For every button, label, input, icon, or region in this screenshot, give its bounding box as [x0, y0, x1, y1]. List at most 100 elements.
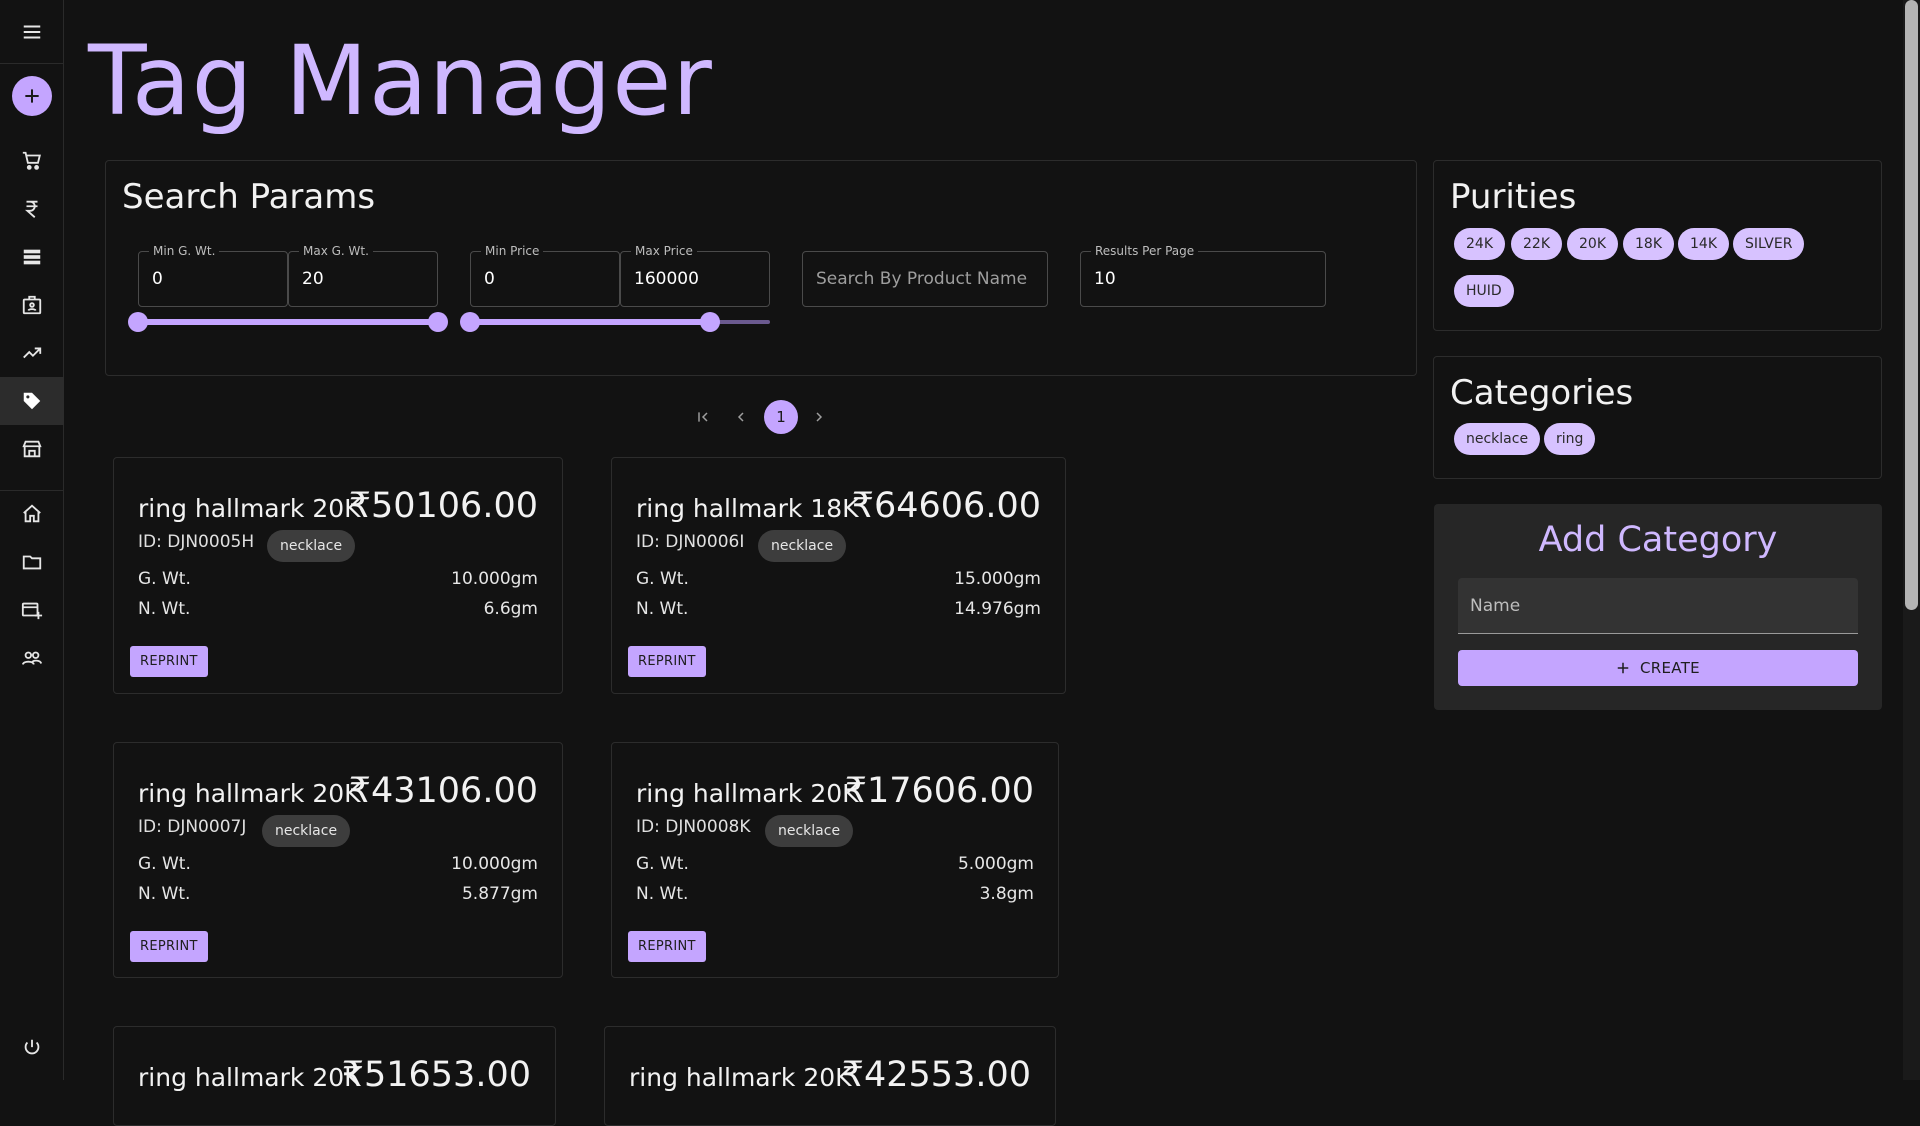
sidebar-item-tags[interactable] [0, 377, 64, 425]
trending-icon [21, 342, 43, 364]
first-page-button[interactable] [686, 400, 720, 434]
category-name-field[interactable] [1458, 578, 1858, 634]
slider-thumb-min[interactable] [128, 312, 148, 332]
categories-panel: Categories necklace ring [1433, 356, 1882, 479]
purity-chip[interactable]: SILVER [1733, 228, 1805, 260]
sidebar-item-store[interactable] [0, 425, 64, 473]
sidebar-item-badge[interactable] [0, 281, 64, 329]
search-params-title: Search Params [122, 177, 376, 217]
net-weight-value: 3.8gm [979, 884, 1034, 904]
product-id: ID: DJN0008K [636, 817, 751, 837]
product-card: ring hallmark 20K ₹43106.00 ID: DJN0007J… [113, 742, 563, 978]
product-id: ID: DJN0005H [138, 532, 255, 552]
product-price: ₹50106.00 [348, 486, 538, 526]
create-button[interactable]: CREATE [1458, 650, 1858, 686]
plus-icon [22, 86, 42, 106]
product-card: ring hallmark 18K ₹64606.00 ID: DJN0006I… [611, 457, 1066, 694]
max-gwt-field[interactable]: Max G. Wt. 20 [288, 244, 438, 307]
logout-button[interactable] [0, 1024, 64, 1072]
reprint-button[interactable]: REPRINT [130, 646, 208, 677]
add-button[interactable] [12, 76, 52, 116]
scrollbar-track [1903, 0, 1920, 1080]
product-name: ring hallmark 20K [138, 1063, 361, 1092]
category-chip[interactable]: necklace [1454, 423, 1541, 455]
min-price-field[interactable]: Min Price 0 [470, 244, 620, 307]
net-weight-label: N. Wt. [636, 884, 689, 904]
product-name: ring hallmark 20K [138, 494, 361, 523]
results-per-page-field[interactable]: Results Per Page 10 [1080, 244, 1326, 307]
gross-weight-label: G. Wt. [636, 569, 689, 589]
plus-icon [1616, 661, 1630, 675]
product-name: ring hallmark 20K [138, 779, 361, 808]
purity-chip[interactable]: 24K [1454, 228, 1505, 260]
product-card: ring hallmark 20K ₹42553.00 [604, 1026, 1056, 1126]
scrollbar-thumb[interactable] [1905, 0, 1918, 610]
min-gwt-value: 0 [152, 269, 163, 289]
net-weight-value: 14.976gm [954, 599, 1041, 619]
page-button-current[interactable]: 1 [764, 400, 798, 434]
slider-track [470, 319, 710, 325]
sidebar-item-cart[interactable] [0, 137, 64, 185]
category-name-input[interactable] [1470, 594, 1840, 618]
purity-chip[interactable]: 18K [1623, 228, 1674, 260]
sidebar-item-add-card[interactable] [0, 586, 64, 634]
add-category-panel: Add Category CREATE [1434, 504, 1882, 710]
sidebar-item-trending[interactable] [0, 329, 64, 377]
menu-button[interactable] [0, 0, 64, 64]
min-gwt-field[interactable]: Min G. Wt. 0 [138, 244, 288, 307]
min-price-label: Min Price [481, 244, 544, 258]
prev-page-button[interactable] [724, 400, 758, 434]
reprint-button[interactable]: REPRINT [130, 931, 208, 962]
sidebar-item-folder[interactable] [0, 538, 64, 586]
tag-icon [21, 390, 43, 412]
next-page-button[interactable] [802, 400, 836, 434]
sidebar-item-users[interactable] [0, 634, 64, 682]
product-card: ring hallmark 20K ₹50106.00 ID: DJN0005H… [113, 457, 563, 694]
purity-chip[interactable]: 20K [1567, 228, 1618, 260]
sidebar-item-home[interactable] [0, 490, 64, 538]
category-chip: necklace [765, 815, 854, 847]
card-add-icon [21, 599, 43, 621]
chevron-left-icon [733, 409, 749, 425]
home-icon [21, 503, 43, 525]
product-name-field[interactable] [802, 251, 1048, 307]
product-name: ring hallmark 18K [636, 494, 859, 523]
purity-chip[interactable]: 14K [1678, 228, 1729, 260]
category-chip: necklace [758, 530, 847, 562]
categories-title: Categories [1450, 373, 1634, 413]
net-weight-value: 6.6gm [483, 599, 538, 619]
sidebar-item-rupee[interactable] [0, 185, 64, 233]
net-weight-label: N. Wt. [138, 884, 191, 904]
slider-thumb-max[interactable] [700, 312, 720, 332]
max-price-field[interactable]: Max Price 160000 [620, 244, 770, 307]
list-icon [21, 246, 43, 268]
slider-thumb-min[interactable] [460, 312, 480, 332]
weight-range-slider[interactable] [128, 312, 448, 332]
purities-panel: Purities 24K 22K 20K 18K 14K SILVER HUID [1433, 160, 1882, 331]
max-gwt-value: 20 [302, 269, 324, 289]
reprint-button[interactable]: REPRINT [628, 931, 706, 962]
sidebar-item-list[interactable] [0, 233, 64, 281]
cart-icon [21, 150, 43, 172]
reprint-button[interactable]: REPRINT [628, 646, 706, 677]
purity-chip[interactable]: 22K [1511, 228, 1562, 260]
gross-weight-value: 10.000gm [451, 569, 538, 589]
product-name-input[interactable] [816, 267, 1036, 291]
badge-icon [21, 294, 43, 316]
product-price: ₹43106.00 [348, 771, 538, 811]
category-chip: necklace [262, 815, 351, 847]
slider-thumb-max[interactable] [428, 312, 448, 332]
product-name: ring hallmark 20K [629, 1063, 852, 1092]
users-icon [21, 647, 43, 669]
purity-chip[interactable]: HUID [1454, 275, 1514, 307]
add-category-title: Add Category [1538, 520, 1778, 560]
pagination: 1 [686, 400, 836, 434]
category-chip: necklace [267, 530, 356, 562]
gross-weight-value: 10.000gm [451, 854, 538, 874]
max-price-label: Max Price [631, 244, 697, 258]
search-params-panel: Search Params Min G. Wt. 0 Max G. Wt. 20… [105, 160, 1417, 376]
gross-weight-label: G. Wt. [138, 569, 191, 589]
category-chip[interactable]: ring [1544, 423, 1596, 455]
product-card: ring hallmark 20K ₹17606.00 ID: DJN0008K… [611, 742, 1059, 978]
price-range-slider[interactable] [460, 312, 770, 332]
